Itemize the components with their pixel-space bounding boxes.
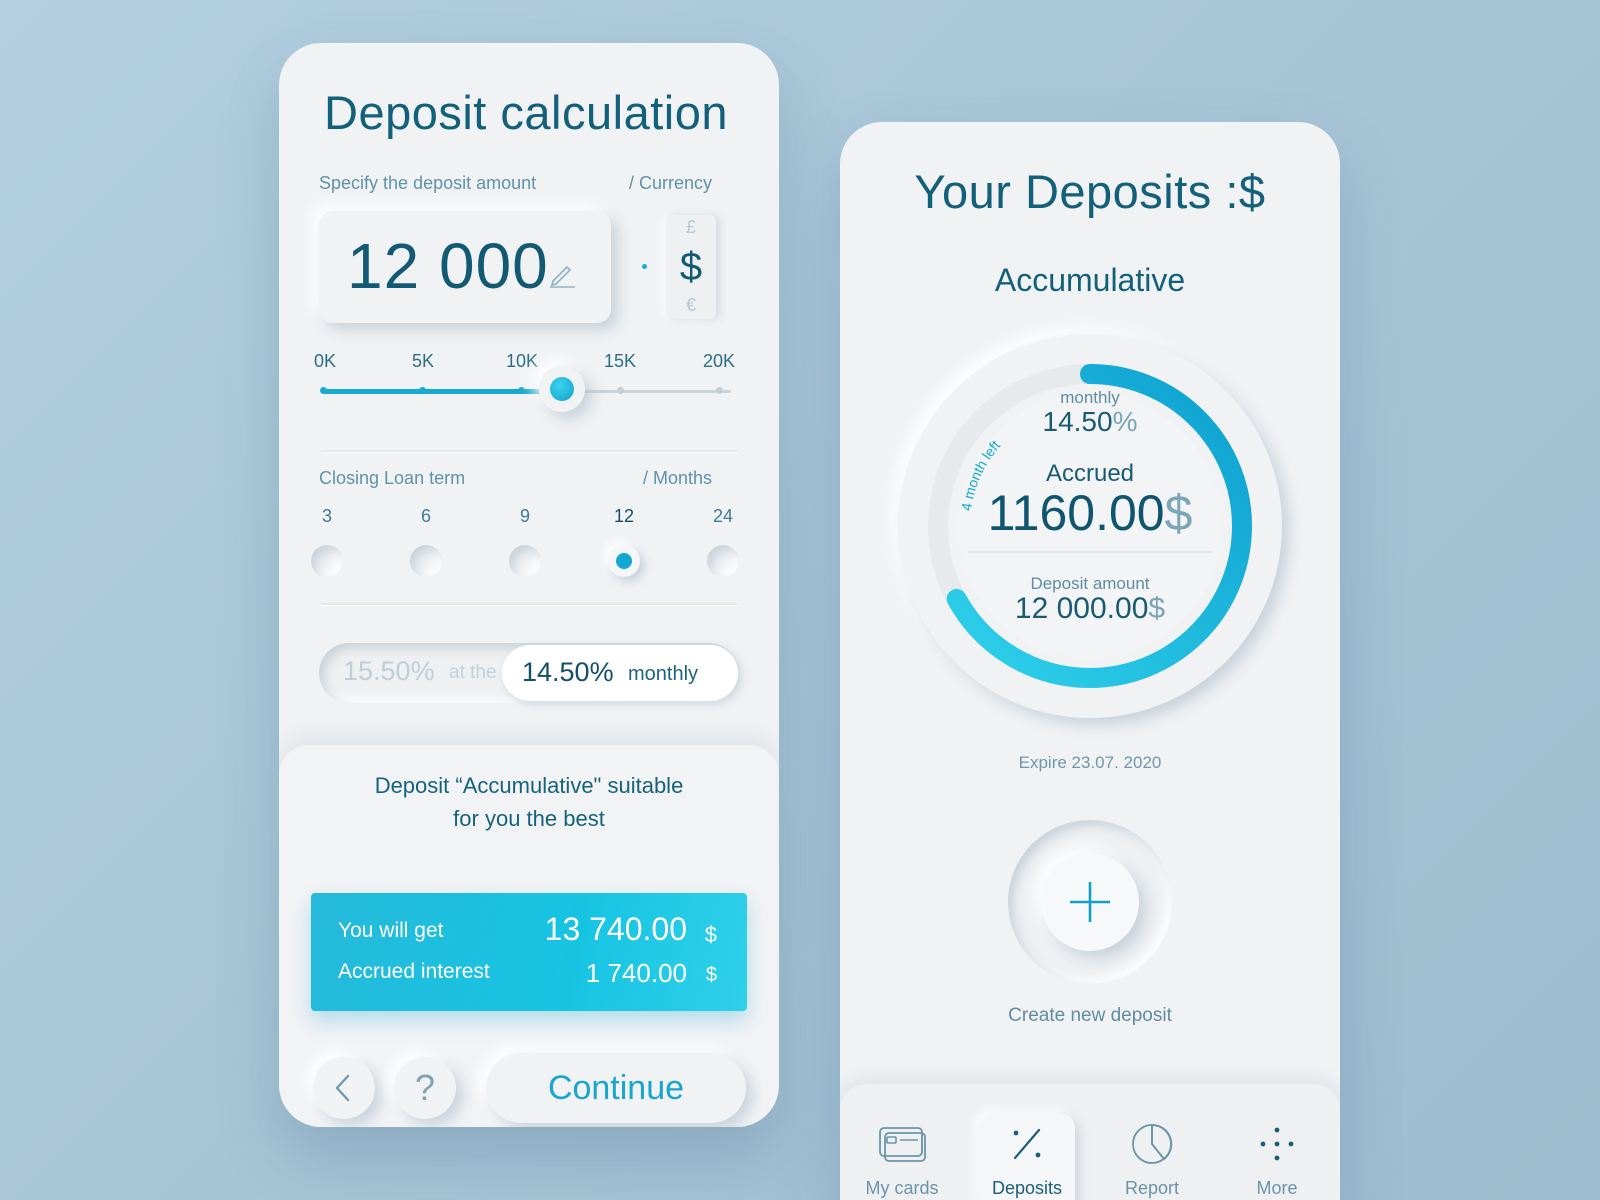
- help-button[interactable]: ?: [394, 1057, 456, 1119]
- rate-monthly-value: 14.50%: [522, 657, 614, 687]
- chevron-left-icon: [335, 1074, 350, 1102]
- slider-step-dot: [518, 387, 525, 394]
- slider-tick: 0K: [313, 351, 337, 371]
- result-summary-card: You will get 13 740.00 $ Accrued interes…: [311, 893, 747, 1011]
- radio-selected-dot: [616, 553, 632, 569]
- nav-item-my-cards[interactable]: My cards: [852, 1104, 952, 1200]
- dots-icon: [1260, 1127, 1294, 1161]
- divider: [321, 450, 737, 452]
- deposit-amount-label: Deposit amount: [1030, 574, 1150, 593]
- rate-option-monthly[interactable]: 14.50% monthly: [502, 645, 738, 701]
- suggestion-text: Deposit “Accumulative" suitable for you …: [279, 769, 779, 835]
- currency-option-dollar[interactable]: $: [666, 245, 716, 290]
- card-icon: [879, 1127, 926, 1162]
- currency-label: / Currency: [629, 173, 713, 193]
- accrued-amount: 1160.00$: [898, 484, 1282, 542]
- currency-symbol: $: [705, 964, 717, 986]
- monthly-rate: 14.50%: [898, 406, 1282, 438]
- create-deposit-label[interactable]: Create new deposit: [840, 1005, 1340, 1027]
- currency-symbol: $: [1148, 592, 1166, 625]
- term-unit-label: / Months: [643, 468, 713, 488]
- currency-picker[interactable]: £ $ €: [666, 215, 716, 319]
- term-label: Closing Loan term: [319, 468, 466, 488]
- deposit-name: Accumulative: [994, 262, 1186, 298]
- deposit-calculation-card: Deposit calculation Specify the deposit …: [279, 43, 779, 1127]
- slider-tick: 20K: [702, 351, 736, 371]
- back-button[interactable]: [313, 1057, 375, 1119]
- currency-option-pound[interactable]: £: [666, 217, 716, 238]
- currency-symbol: $: [1164, 485, 1193, 541]
- term-radio-24[interactable]: [707, 545, 739, 577]
- accrued-value: 1160.00: [987, 485, 1165, 541]
- pie-chart-icon: [1132, 1124, 1173, 1164]
- deposits-title: Your Deposits :$: [914, 165, 1266, 218]
- nav-label: Report: [1124, 1178, 1180, 1198]
- nav-item-more[interactable]: More: [1227, 1104, 1327, 1200]
- suggestion-line: for you the best: [453, 806, 605, 831]
- pencil-icon[interactable]: [547, 259, 577, 289]
- amount-slider-handle[interactable]: [539, 366, 585, 412]
- deposit-amount: 12 000.00$: [898, 592, 1282, 626]
- you-will-get-value: 13 740.00: [544, 911, 687, 947]
- expire-date: Expire 23.07. 2020: [1018, 753, 1162, 772]
- accrued-interest-value: 1 740.00: [585, 958, 687, 988]
- amount-input[interactable]: 12 000: [319, 211, 611, 323]
- term-radio-12[interactable]: [608, 545, 640, 577]
- term-option-label: 9: [519, 506, 530, 526]
- amount-label: Specify the deposit amount: [319, 173, 537, 193]
- rate-option-end-label: at the: [449, 662, 497, 683]
- nav-label: More: [1256, 1178, 1298, 1198]
- question-icon: ?: [414, 1067, 436, 1108]
- page-title: Deposit calculation: [324, 86, 728, 139]
- suggestion-line: Deposit “Accumulative" suitable: [374, 773, 684, 798]
- rate-monthly-label: monthly: [628, 663, 699, 685]
- continue-button[interactable]: Continue: [486, 1053, 746, 1123]
- percent-icon: [1013, 1128, 1041, 1160]
- nav-label: My cards: [865, 1178, 939, 1198]
- you-will-get-label: You will get: [338, 919, 444, 942]
- term-option-label: 24: [712, 506, 734, 526]
- slider-step-dot: [617, 387, 624, 394]
- nav-item-deposits[interactable]: Deposits: [977, 1104, 1077, 1200]
- monthly-rate-value: 14.50: [1042, 406, 1113, 437]
- accrued-interest-label: Accrued interest: [338, 960, 490, 983]
- slider-handle-center: [550, 377, 574, 401]
- slider-step-dot: [716, 387, 723, 394]
- currency-option-euro[interactable]: €: [666, 295, 716, 316]
- term-radio-6[interactable]: [410, 545, 442, 577]
- divider: [321, 603, 737, 605]
- your-deposits-card: Your Deposits :$ Accumulative 4 month le…: [840, 122, 1340, 1200]
- monthly-label: monthly: [1060, 388, 1120, 407]
- currency-indicator: [642, 264, 647, 269]
- continue-label: Continue: [547, 1069, 685, 1107]
- nav-label: Deposits: [991, 1178, 1063, 1198]
- slider-tick: 15K: [603, 351, 637, 371]
- create-deposit-button[interactable]: [1041, 853, 1139, 951]
- result-panel: Deposit “Accumulative" suitable for you …: [279, 745, 779, 1127]
- create-deposit-well: [1008, 820, 1172, 984]
- nav-item-report[interactable]: Report: [1102, 1104, 1202, 1200]
- amount-value: 12 000: [347, 230, 549, 302]
- slider-tick: 10K: [505, 351, 539, 371]
- deposit-amount-value: 12 000.00: [1014, 592, 1149, 625]
- slider-step-dot: [320, 387, 327, 394]
- plus-icon: [1070, 882, 1110, 922]
- currency-symbol: $: [704, 922, 717, 947]
- rate-option-end-value[interactable]: 15.50%: [343, 656, 435, 687]
- term-option-label: 3: [321, 506, 332, 526]
- ring-divider: [968, 551, 1212, 553]
- slider-step-dot: [419, 387, 426, 394]
- percent-sign: %: [1112, 406, 1138, 437]
- term-radio-3[interactable]: [311, 545, 343, 577]
- slider-tick: 5K: [411, 351, 435, 371]
- term-option-label: 12: [613, 506, 635, 526]
- deposit-progress-ring: 4 month left monthly 14.50% Accrued 1160…: [898, 334, 1282, 718]
- term-radio-9[interactable]: [509, 545, 541, 577]
- term-option-label: 6: [420, 506, 431, 526]
